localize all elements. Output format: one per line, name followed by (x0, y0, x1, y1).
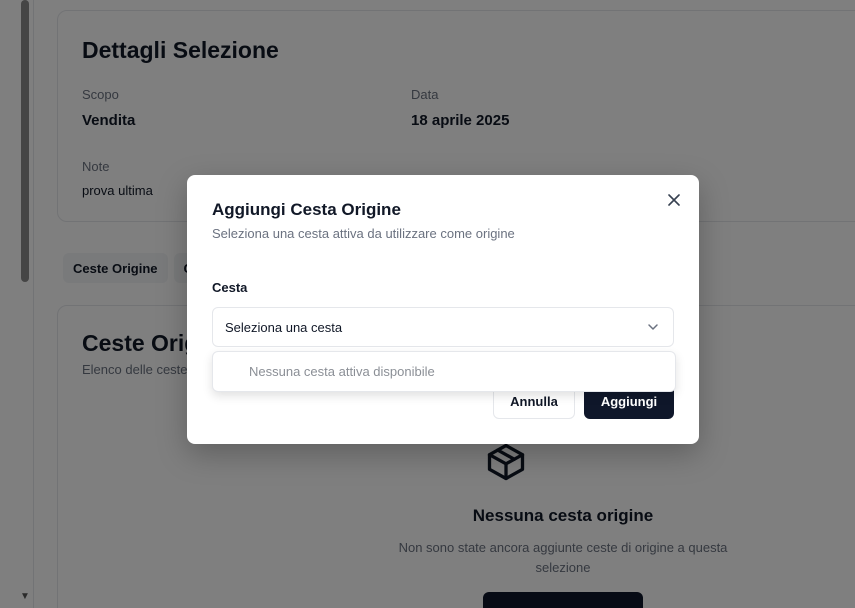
cesta-select[interactable]: Seleziona una cesta (212, 307, 674, 347)
cesta-dropdown-menu: Nessuna cesta attiva disponibile (212, 351, 676, 392)
chevron-down-icon (648, 324, 658, 330)
select-placeholder: Seleziona una cesta (225, 319, 343, 335)
cesta-field-label: Cesta (212, 280, 248, 295)
dialog-title: Aggiungi Cesta Origine (212, 200, 401, 219)
dialog-subtitle: Seleziona una cesta attiva da utilizzare… (212, 226, 515, 241)
close-icon (668, 194, 680, 206)
add-cesta-dialog: Aggiungi Cesta Origine Seleziona una ces… (187, 175, 699, 444)
close-button[interactable] (663, 189, 685, 211)
dropdown-empty-option: Nessuna cesta attiva disponibile (249, 364, 435, 379)
